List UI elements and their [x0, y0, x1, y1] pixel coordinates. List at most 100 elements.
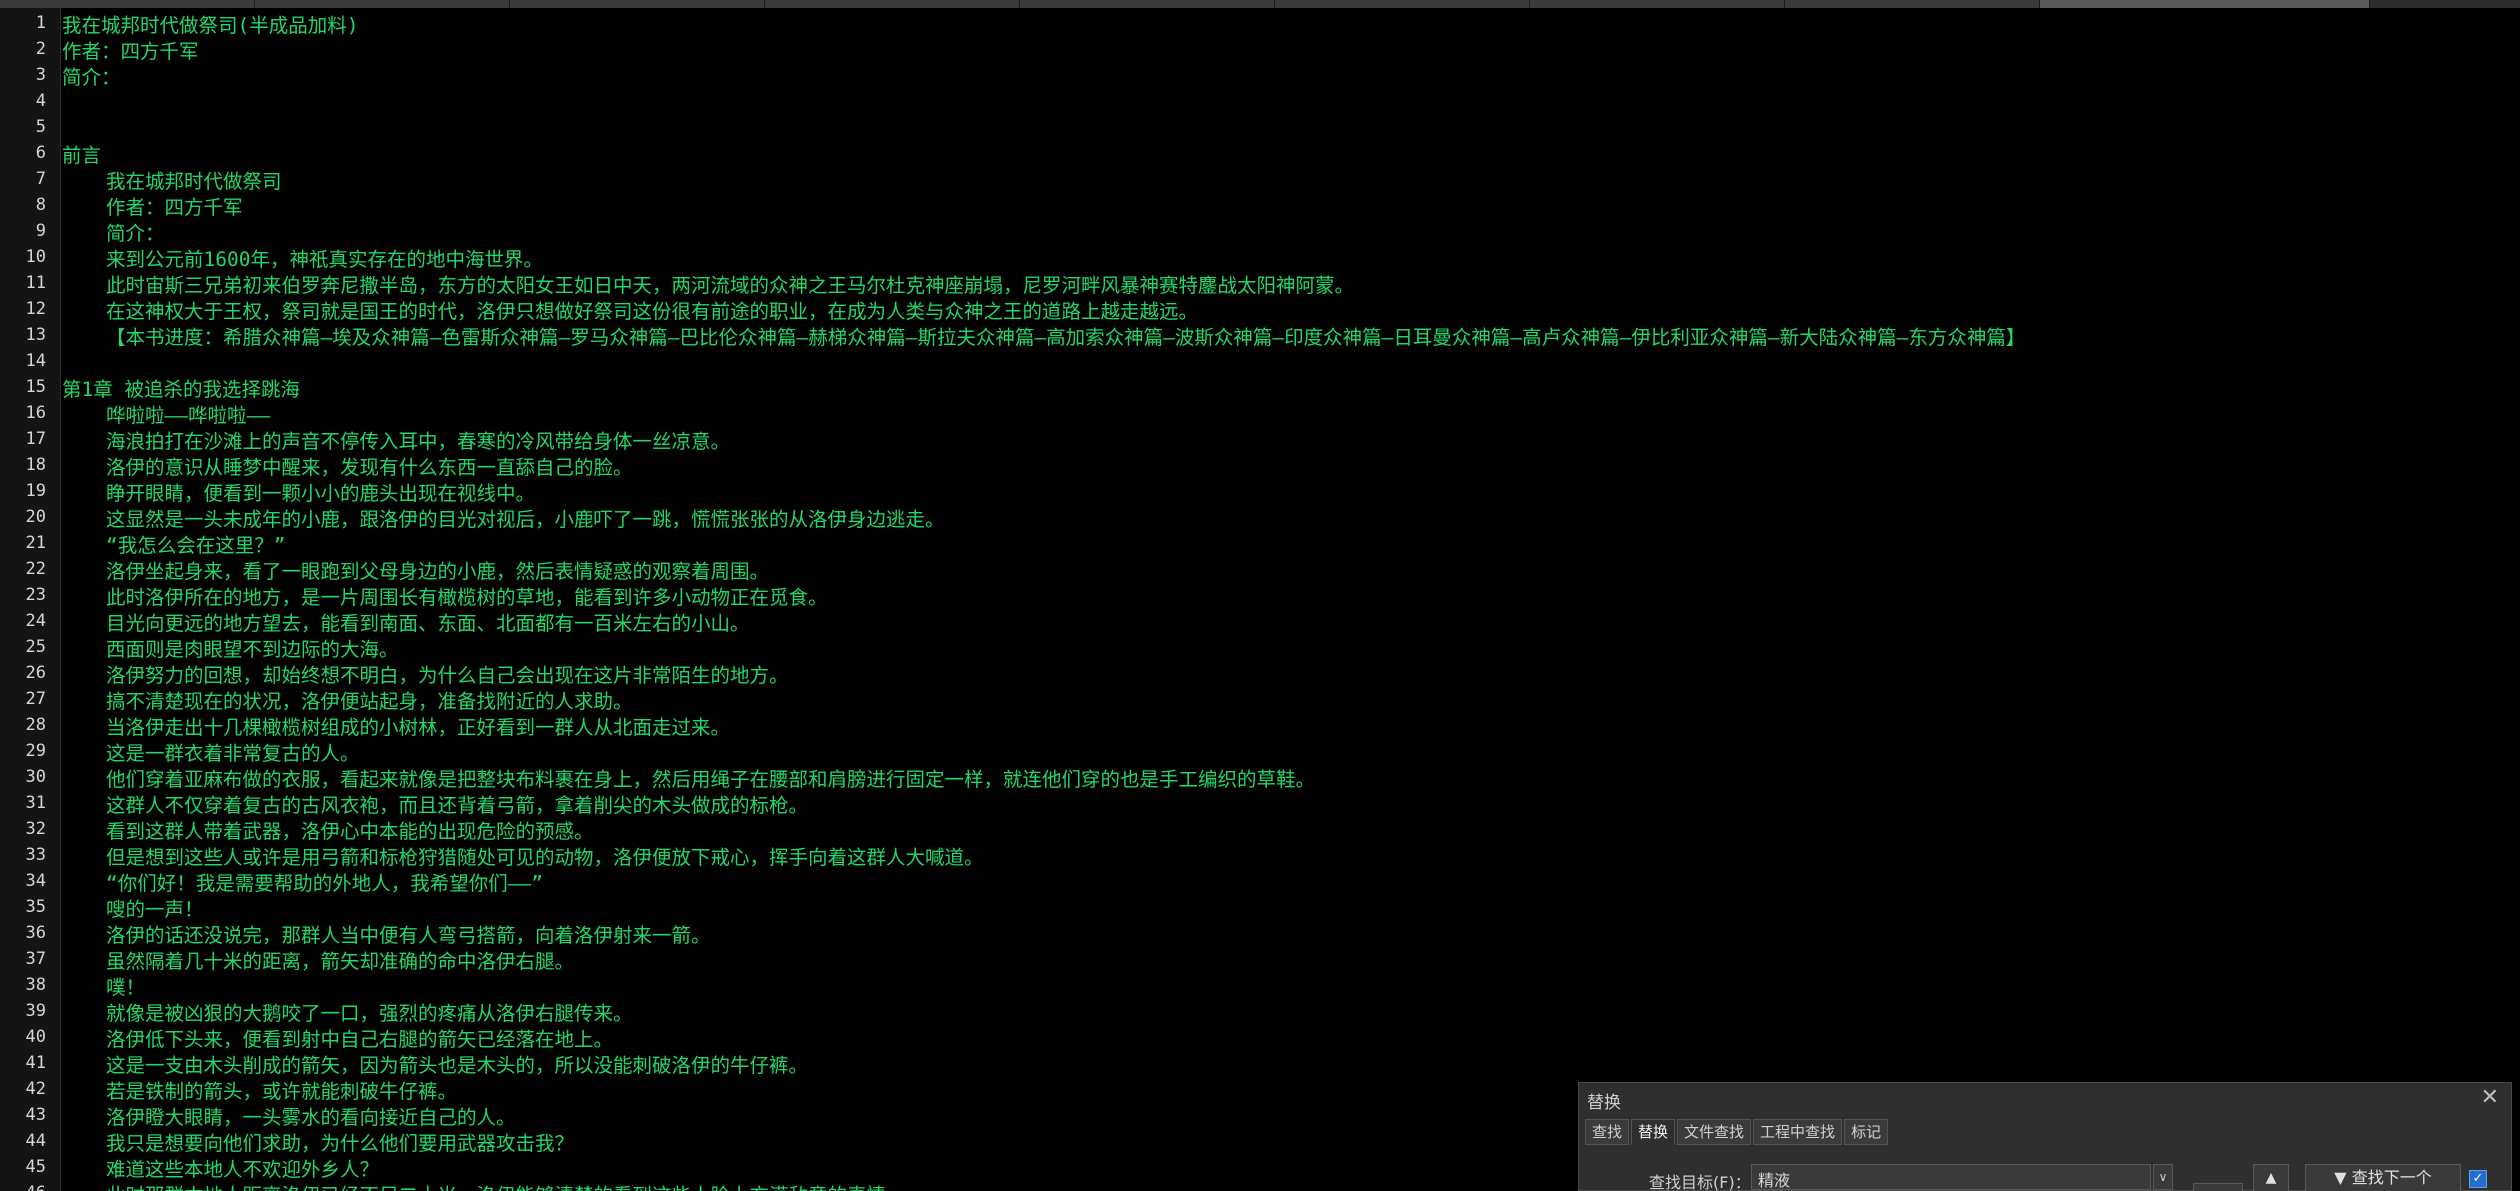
line-number: 29	[25, 741, 46, 761]
editor-line[interactable]: 40 洛伊低下头来，便看到射中自己右腿的箭矢已经落在地上。	[0, 1024, 2520, 1051]
find-previous-button[interactable]: ▲	[2253, 1164, 2289, 1191]
line-text: 虽然隔着几十米的距离，箭矢却准确的命中洛伊右腿。	[106, 949, 575, 973]
editor-line[interactable]: 2 作者：四方千军	[0, 36, 2520, 63]
find-what-label: 查找目标(F)：	[1649, 1173, 1751, 1191]
editor-line[interactable]: 5	[0, 114, 2520, 140]
editor-area[interactable]: 1 我在城邦时代做祭司(半成品加料) 2 作者：四方千军 3 简介： 4 5 6 前言 7 我在城邦时…	[0, 8, 2520, 1191]
option-button[interactable]	[2193, 1183, 2243, 1191]
editor-line[interactable]: 33 但是想到这些人或许是用弓箭和标枪狩猎随处可见的动物，洛伊便放下戒心，挥手向着…	[0, 842, 2520, 869]
line-text: 这群人不仅穿着复古的古风衣袍，而且还背着弓箭，拿着削尖的木头做成的标枪。	[106, 793, 809, 817]
document-tab[interactable]: …angelfish.txt✕	[255, 0, 510, 8]
editor-line[interactable]: 15 第1章 被追杀的我选择跳海	[0, 374, 2520, 401]
line-text: 他们穿着亚麻布做的衣服，看起来就像是把整块布料裹在身上，然后用绳子在腰部和肩膀进…	[106, 767, 1316, 791]
editor-line[interactable]: 14	[0, 348, 2520, 374]
line-number: 12	[25, 299, 46, 319]
editor-line[interactable]: 27 搞不清楚现在的状况，洛伊便站起身，准备找附近的人求助。	[0, 686, 2520, 713]
line-number: 5	[35, 117, 46, 137]
find-what-input[interactable]: 精液	[1751, 1164, 2151, 1190]
find-next-button[interactable]: ▼ 查找下一个	[2305, 1164, 2461, 1191]
line-text: 噗！	[106, 975, 146, 999]
editor-line[interactable]: 41 这是一支由木头削成的箭矢，因为箭头也是木头的，所以没能刺破洛伊的牛仔裤。	[0, 1050, 2520, 1077]
editor-line[interactable]: 29 这是一群衣着非常复古的人。	[0, 738, 2520, 765]
dialog-title: 替换	[1587, 1093, 1621, 1113]
document-tab[interactable]: …我在…文本.txt✕	[1530, 0, 1785, 8]
editor-line[interactable]: 13 【本书进度：希腊众神篇—埃及众神篇—色雷斯众神篇—罗马众神篇—巴比伦众神篇—…	[0, 322, 2520, 349]
line-text: 【本书进度：希腊众神篇—埃及众神篇—色雷斯众神篇—罗马众神篇—巴比伦众神篇—赫梯…	[106, 325, 2026, 349]
editor-line[interactable]: 4	[0, 88, 2520, 114]
editor-line[interactable]: 32 看到这群人带着武器，洛伊心中本能的出现危险的预感。	[0, 816, 2520, 843]
editor-line[interactable]: 28 当洛伊走出十几棵橄榄树组成的小树林，正好看到一群人从北面走过来。	[0, 712, 2520, 739]
line-number: 3	[35, 65, 46, 85]
editor-line[interactable]: 31 这群人不仅穿着复古的古风衣袍，而且还背着弓箭，拿着削尖的木头做成的标枪。	[0, 790, 2520, 817]
tab-find-in-files[interactable]: 文件查找	[1677, 1119, 1752, 1145]
editor-line[interactable]: 30 他们穿着亚麻布做的衣服，看起来就像是把整块布料裹在身上，然后用绳子在腰部和肩…	[0, 764, 2520, 791]
line-text: 洛伊坐起身来，看了一眼跑到父母身边的小鹿，然后表情疑惑的观察着周围。	[106, 559, 770, 583]
line-text: 这是一群衣着非常复古的人。	[106, 741, 360, 765]
dialog-tabs: 查找 替换 文件查找 工程中查找 标记	[1585, 1119, 1890, 1145]
editor-line[interactable]: 21 “我怎么会在这里？”	[0, 530, 2520, 557]
line-number: 21	[25, 533, 46, 553]
editor-line[interactable]: 23 此时洛伊所在的地方，是一片周围长有橄榄树的草地，能看到许多小动物正在觅食。	[0, 582, 2520, 609]
line-text: 海浪拍打在沙滩上的声音不停传入耳中，春寒的冷风带给身体一丝凉意。	[106, 429, 731, 453]
tab-replace[interactable]: 替换	[1631, 1119, 1676, 1145]
editor-line[interactable]: 8 作者：四方千军	[0, 192, 2520, 219]
editor-line[interactable]: 9 简介：	[0, 218, 2520, 245]
document-tab[interactable]: 我在城邦时代做祭司.txt✕	[2040, 0, 2370, 8]
document-tab[interactable]: …新建文本文档.txt✕	[1275, 0, 1530, 8]
editor-line[interactable]: 20 这显然是一头未成年的小鹿，跟洛伊的目光对视后，小鹿吓了一跳，慌慌张张的从洛伊…	[0, 504, 2520, 531]
editor-line[interactable]: 25 西面则是肉眼望不到边际的大海。	[0, 634, 2520, 661]
document-tab[interactable]: new 2.txt✕	[765, 0, 1020, 8]
line-text: 就像是被凶狠的大鹅咬了一口，强烈的疼痛从洛伊右腿传来。	[106, 1001, 633, 1025]
chevron-down-icon[interactable]: ∨	[2153, 1164, 2173, 1190]
line-text: 但是想到这些人或许是用弓箭和标枪狩猎随处可见的动物，洛伊便放下戒心，挥手向着这群…	[106, 845, 984, 869]
line-text: 作者：四方千军	[62, 39, 199, 63]
line-text: 此时洛伊所在的地方，是一片周围长有橄榄树的草地，能看到许多小动物正在觅食。	[106, 585, 828, 609]
line-number: 37	[25, 949, 46, 969]
editor-line[interactable]: 19 睁开眼睛，便看到一颗小小的鹿头出现在视线中。	[0, 478, 2520, 505]
editor-line[interactable]: 37 虽然隔着几十米的距离，箭矢却准确的命中洛伊右腿。	[0, 946, 2520, 973]
line-text: 目光向更远的地方望去，能看到南面、东面、北面都有一百米左右的小山。	[106, 611, 750, 635]
editor-line[interactable]: 3 简介：	[0, 62, 2520, 89]
editor-line[interactable]: 38 噗！	[0, 972, 2520, 999]
line-text: 当洛伊走出十几棵橄榄树组成的小树林，正好看到一群人从北面走过来。	[106, 715, 731, 739]
editor-line[interactable]: 11 此时宙斯三兄弟初来伯罗奔尼撒半岛，东方的太阳女王如日中天，两河流域的众神之王…	[0, 270, 2520, 297]
editor-line[interactable]: 26 洛伊努力的回想，却始终想不明白，为什么自己会出现在这片非常陌生的地方。	[0, 660, 2520, 687]
editor-line[interactable]: 34 “你们好！我是需要帮助的外地人，我希望你们——”	[0, 868, 2520, 895]
line-text: 睁开眼睛，便看到一颗小小的鹿头出现在视线中。	[106, 481, 536, 505]
line-text: 洛伊瞪大眼睛，一头雾水的看向接近自己的人。	[106, 1105, 516, 1129]
editor-line[interactable]: 1 我在城邦时代做祭司(半成品加料)	[0, 10, 2520, 37]
document-tab[interactable]: 新建文本文档.txt✕	[510, 0, 765, 8]
document-tab[interactable]: new 3✕	[1785, 0, 2040, 8]
line-number: 28	[25, 715, 46, 735]
line-number: 30	[25, 767, 46, 787]
editor-line[interactable]: 6 前言	[0, 140, 2520, 167]
line-number: 42	[25, 1079, 46, 1099]
editor-line[interactable]: 36 洛伊的话还没说完，那群人当中便有人弯弓搭箭，向着洛伊射来一箭。	[0, 920, 2520, 947]
tab-find-in-project[interactable]: 工程中查找	[1753, 1119, 1843, 1145]
editor-line[interactable]: 22 洛伊坐起身来，看了一眼跑到父母身边的小鹿，然后表情疑惑的观察着周围。	[0, 556, 2520, 583]
line-number: 33	[25, 845, 46, 865]
editor-line[interactable]: 16 哗啦啦——哗啦啦——	[0, 400, 2520, 427]
line-number: 11	[25, 273, 46, 293]
line-text: “我怎么会在这里？”	[106, 533, 286, 557]
editor-line[interactable]: 17 海浪拍打在沙滩上的声音不停传入耳中，春寒的冷风带给身体一丝凉意。	[0, 426, 2520, 453]
option-checkbox[interactable]: ✓	[2469, 1170, 2487, 1188]
editor-line[interactable]: 24 目光向更远的地方望去，能看到南面、东面、北面都有一百米左右的小山。	[0, 608, 2520, 635]
line-text: 洛伊努力的回想，却始终想不明白，为什么自己会出现在这片非常陌生的地方。	[106, 663, 789, 687]
editor-line[interactable]: 12 在这神权大于王权，祭司就是国王的时代，洛伊只想做好祭司这份很有前途的职业，在…	[0, 296, 2520, 323]
document-tab[interactable]: …速度(漫画)开始的方法(1-2章).txt✕	[1020, 0, 1275, 8]
tab-find[interactable]: 查找	[1585, 1119, 1630, 1145]
line-text: 这显然是一头未成年的小鹿，跟洛伊的目光对视后，小鹿吓了一跳，慌慌张张的从洛伊身边…	[106, 507, 945, 531]
line-number: 19	[25, 481, 46, 501]
editor-line[interactable]: 35 嗖的一声！	[0, 894, 2520, 921]
close-icon[interactable]: ✕	[2481, 1085, 2499, 1110]
line-number: 14	[25, 351, 46, 371]
editor-line[interactable]: 7 我在城邦时代做祭司	[0, 166, 2520, 193]
line-number: 8	[35, 195, 46, 215]
tab-mark[interactable]: 标记	[1844, 1119, 1889, 1145]
line-number: 16	[25, 403, 46, 423]
document-tab[interactable]: new 1✕	[0, 0, 255, 8]
editor-line[interactable]: 10 来到公元前1600年，神祇真实存在的地中海世界。	[0, 244, 2520, 271]
editor-line[interactable]: 18 洛伊的意识从睡梦中醒来，发现有什么东西一直舔自己的脸。	[0, 452, 2520, 479]
editor-line[interactable]: 39 就像是被凶狠的大鹅咬了一口，强烈的疼痛从洛伊右腿传来。	[0, 998, 2520, 1025]
